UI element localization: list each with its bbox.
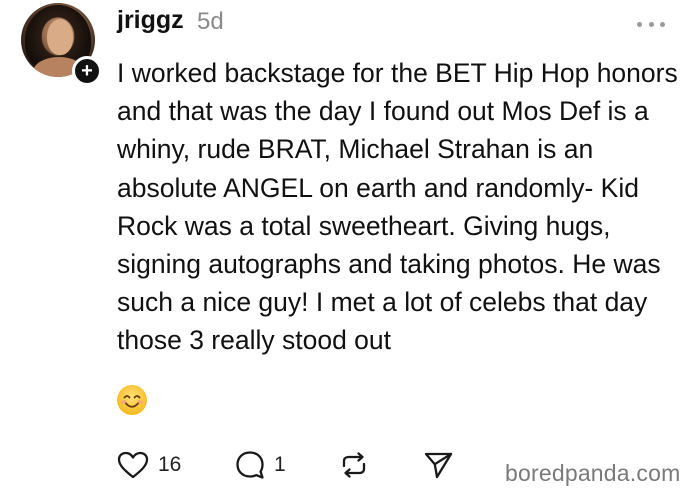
repost-icon — [342, 452, 366, 478]
post-body: I worked backstage for the BET Hip Hop h… — [117, 58, 678, 356]
action-bar: 16 1 — [116, 448, 456, 482]
watermark: boredpanda.com — [505, 460, 681, 486]
share-button[interactable] — [422, 448, 454, 482]
comment-button[interactable]: 1 — [234, 448, 286, 482]
heart-icon — [117, 451, 149, 479]
like-button[interactable]: 16 — [116, 448, 181, 482]
post-timestamp: 5d — [197, 8, 224, 35]
comment-icon — [236, 451, 264, 479]
username[interactable]: jriggz — [117, 6, 184, 35]
repost-button[interactable] — [338, 448, 370, 482]
post-card: + jriggz 5d I worked backstage for the B… — [0, 0, 700, 498]
like-count: 16 — [158, 453, 182, 476]
follow-plus-button[interactable]: + — [72, 56, 102, 86]
comment-count: 1 — [274, 453, 286, 476]
smiling-face-emoji — [117, 385, 147, 415]
send-icon — [424, 452, 453, 479]
more-options-icon[interactable] — [637, 20, 665, 28]
